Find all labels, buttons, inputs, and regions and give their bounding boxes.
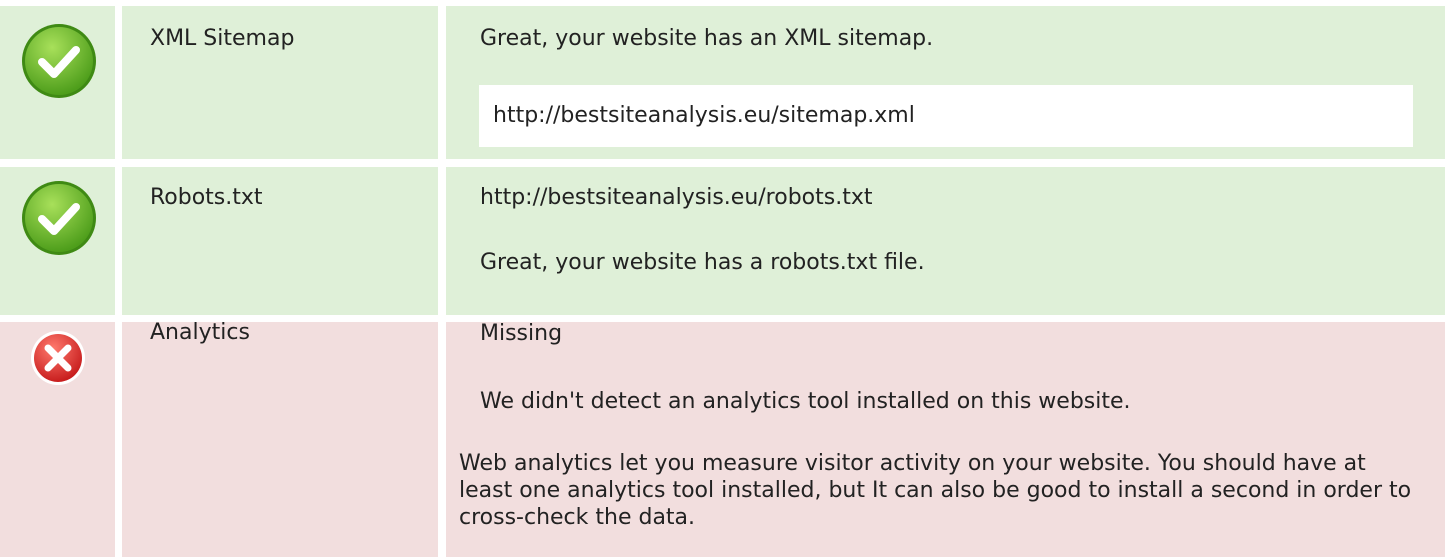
- sitemap-label-cell: XML Sitemap: [122, 6, 438, 159]
- robots-label-cell: Robots.txt: [122, 167, 438, 315]
- analytics-label-cell: Analytics: [122, 320, 438, 557]
- sitemap-status-cell: [0, 6, 115, 159]
- analytics-status-cell: [0, 322, 115, 557]
- robots-result-cell: http://bestsiteanalysis.eu/robots.txt Gr…: [446, 167, 1445, 315]
- robots-label: Robots.txt: [150, 185, 263, 210]
- sitemap-result-cell: Great, your website has an XML sitemap. …: [446, 6, 1445, 159]
- analytics-label: Analytics: [150, 320, 250, 345]
- robots-status-cell: [0, 167, 115, 315]
- check-icon: [22, 181, 96, 255]
- sitemap-url-box: http://bestsiteanalysis.eu/sitemap.xml: [479, 85, 1413, 147]
- sitemap-url: http://bestsiteanalysis.eu/sitemap.xml: [493, 103, 915, 128]
- analytics-message: We didn't detect an analytics tool insta…: [480, 389, 1131, 414]
- robots-message: Great, your website has a robots.txt fil…: [480, 250, 925, 275]
- sitemap-message: Great, your website has an XML sitemap.: [480, 26, 934, 51]
- check-icon: [22, 24, 96, 98]
- analytics-result: Missing: [480, 321, 563, 346]
- robots-url: http://bestsiteanalysis.eu/robots.txt: [480, 185, 873, 210]
- error-icon: [31, 331, 85, 385]
- sitemap-label: XML Sitemap: [150, 26, 295, 51]
- analytics-result-cell: Missing We didn't detect an analytics to…: [446, 321, 1445, 557]
- analytics-advice: Web analytics let you measure visitor ac…: [459, 451, 1412, 530]
